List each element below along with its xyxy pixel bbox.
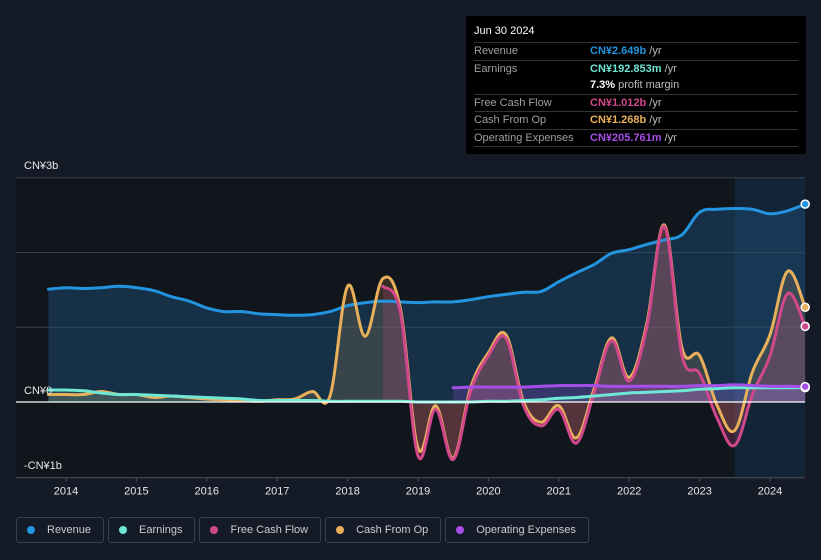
tooltip-unit: profit margin	[618, 79, 680, 91]
end-point-revenue[interactable]	[800, 199, 810, 209]
tooltip-value: CN¥1.268b	[590, 114, 647, 126]
legend-label: Earnings	[139, 524, 183, 536]
tooltip-value: CN¥2.649b	[590, 45, 647, 57]
x-tick-label: 2014	[54, 486, 78, 498]
legend-label: Operating Expenses	[476, 524, 576, 536]
x-tick-label: 2016	[195, 486, 219, 498]
y-label-0: CN¥0	[24, 385, 53, 397]
legend-label: Free Cash Flow	[230, 524, 309, 536]
tooltip-row: Cash From Op CN¥1.268b/yr	[474, 112, 798, 130]
legend-dot-icon	[210, 526, 219, 534]
tooltip: Jun 30 2024 Revenue CN¥2.649b/yr Earnings C…	[466, 16, 806, 154]
tooltip-value: CN¥205.761m	[590, 131, 662, 144]
x-tick-label: 2018	[335, 486, 359, 498]
legend-label: Revenue	[47, 524, 92, 536]
tooltip-label: Earnings	[474, 62, 518, 75]
legend-item-earnings[interactable]: Earnings	[108, 517, 196, 543]
legend-dot-icon	[27, 526, 35, 534]
tooltip-value: CN¥1.012b	[590, 96, 647, 109]
end-point-operating-expenses[interactable]	[800, 381, 810, 392]
tooltip-label: Cash From Op	[474, 114, 547, 126]
x-tick-label: 2017	[265, 486, 289, 498]
tooltip-row: Free Cash Flow CN¥1.012b/yr	[474, 95, 798, 112]
tooltip-unit: /yr	[664, 62, 677, 75]
end-point-cash-from-op[interactable]	[800, 302, 810, 313]
tooltip-row: Operating Expenses CN¥205.761m/yr	[474, 130, 798, 147]
legend-dot-icon	[336, 526, 345, 534]
x-tick-label: 2023	[687, 486, 711, 498]
x-tick-label: 2020	[476, 486, 500, 498]
legend-dot-icon	[119, 526, 128, 534]
end-point-free-cash-flow[interactable]	[800, 321, 810, 332]
y-label-3b: CN¥3b	[24, 160, 59, 172]
legend-item-revenue[interactable]: Revenue	[16, 517, 105, 543]
tooltip-label: Free Cash Flow	[474, 96, 552, 109]
tooltip-value: 7.3%	[590, 79, 616, 91]
tooltip-unit: /yr	[649, 96, 662, 109]
tooltip-label	[474, 77, 590, 94]
legend-item-cash-from-op[interactable]: Cash From Op	[325, 517, 442, 543]
tooltip-row: Earnings CN¥192.853m/yr	[474, 61, 798, 78]
x-tick-label: 2019	[406, 486, 430, 498]
legend: Revenue Earnings Free Cash Flow Cash From O…	[16, 517, 589, 543]
tooltip-row: Revenue CN¥2.649b/yr	[474, 43, 798, 61]
y-label-minus-1b: -CN¥1b	[24, 460, 62, 472]
legend-label: Cash From Op	[356, 524, 429, 536]
x-tick-label: 2015	[124, 486, 148, 498]
legend-dot-icon	[456, 526, 465, 534]
tooltip-date: Jun 30 2024	[474, 24, 798, 43]
tooltip-value: CN¥192.853m	[590, 62, 662, 75]
tooltip-unit: /yr	[649, 114, 662, 126]
legend-item-operating-expenses[interactable]: Operating Expenses	[445, 517, 589, 543]
tooltip-label: Operating Expenses	[474, 131, 574, 144]
x-tick-label: 2021	[547, 486, 571, 498]
tooltip-unit: /yr	[664, 131, 677, 144]
x-tick-label: 2022	[617, 486, 641, 498]
tooltip-label: Revenue	[474, 45, 519, 57]
tooltip-unit: /yr	[649, 45, 662, 57]
legend-item-free-cash-flow[interactable]: Free Cash Flow	[199, 517, 322, 543]
tooltip-row: 7.3% profit margin	[474, 77, 798, 95]
x-tick-label: 2024	[758, 486, 782, 498]
